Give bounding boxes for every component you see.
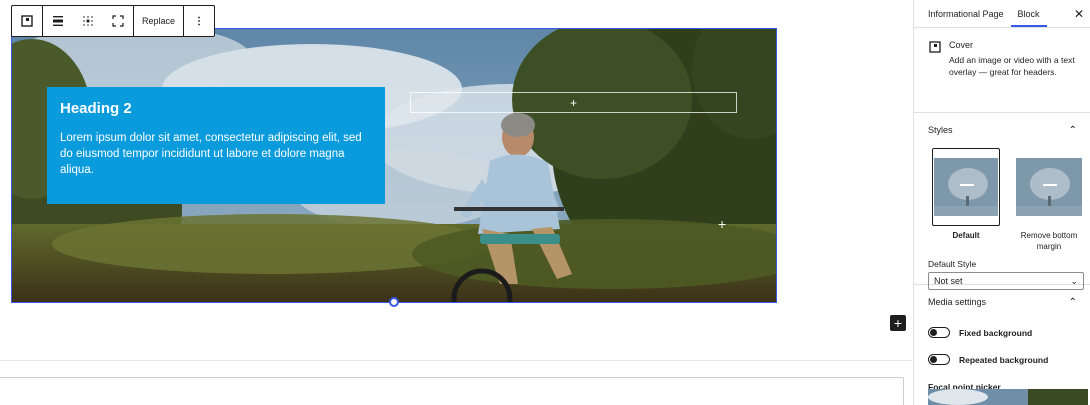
focal-point-picker[interactable] — [928, 389, 1088, 405]
close-icon[interactable]: ✕ — [1072, 7, 1086, 21]
repeated-background-row: Repeated background — [914, 346, 1090, 373]
options-group — [184, 6, 214, 36]
alignment-group — [43, 6, 134, 36]
tab-block[interactable]: Block — [1004, 0, 1047, 27]
block-toolbar: Replace — [11, 5, 216, 37]
full-height-icon[interactable] — [103, 6, 133, 36]
block-description: Add an image or video with a text overla… — [949, 55, 1075, 77]
tab-informational-page[interactable]: Informational Page — [914, 0, 1004, 27]
chevron-up-icon: ⌃ — [1068, 296, 1077, 308]
style-option-default[interactable]: Default — [932, 148, 1000, 252]
style-preview-default[interactable] — [932, 148, 1000, 226]
media-panel-header[interactable]: Media settings ⌃ — [914, 285, 1090, 319]
fixed-background-toggle[interactable] — [928, 327, 950, 338]
styles-title: Styles — [928, 125, 953, 135]
content-position-icon[interactable] — [73, 6, 103, 36]
chevron-up-icon: ⌃ — [1068, 124, 1077, 136]
divider — [0, 360, 912, 361]
block-inserter-button[interactable]: + — [890, 315, 906, 331]
cover-block-icon — [929, 40, 941, 112]
style-options: Default Remove bottom margin — [914, 147, 1090, 252]
media-settings-panel: Media settings ⌃ Fixed background Repeat… — [914, 285, 1090, 405]
next-block-placeholder[interactable] — [0, 377, 904, 405]
cover-block-icon[interactable] — [12, 6, 42, 36]
block-card: Cover Add an image or video with a text … — [914, 28, 1090, 113]
add-block-icon[interactable]: + — [570, 96, 577, 110]
editor-window: Replace Heading 2 Lorem ipsum dolor sit … — [0, 0, 1090, 405]
repeated-background-label: Repeated background — [959, 354, 1049, 365]
cover-text-overlay[interactable]: Heading 2 Lorem ipsum dolor sit amet, co… — [47, 87, 385, 204]
style-preview-remove-bottom-margin[interactable] — [1015, 148, 1083, 226]
replace-group: Replace — [134, 6, 185, 36]
block-name: Cover — [949, 40, 974, 50]
inner-inserter-icon[interactable]: + — [718, 217, 726, 231]
style-option-remove-bottom-margin[interactable]: Remove bottom margin — [1015, 148, 1083, 252]
align-icon[interactable] — [43, 6, 73, 36]
cover-resize-handle[interactable] — [389, 297, 399, 307]
fixed-background-row: Fixed background — [914, 319, 1090, 346]
fixed-background-label: Fixed background — [959, 327, 1033, 338]
cover-heading[interactable]: Heading 2 — [60, 100, 372, 117]
more-options-icon[interactable] — [184, 6, 214, 36]
sidebar-tabs: Informational Page Block ✕ — [914, 0, 1090, 28]
styles-panel-header[interactable]: Styles ⌃ — [914, 113, 1090, 147]
default-style-value: Not set — [934, 276, 963, 286]
style-label-remove-bottom-margin: Remove bottom margin — [1020, 231, 1078, 251]
replace-button[interactable]: Replace — [134, 6, 183, 36]
empty-block-appender[interactable]: + — [410, 92, 737, 113]
repeated-background-toggle[interactable] — [928, 354, 950, 365]
editor-canvas: Replace Heading 2 Lorem ipsum dolor sit … — [0, 0, 912, 405]
settings-sidebar: Informational Page Block ✕ Cover Add an … — [913, 0, 1090, 405]
chevron-down-icon: ⌄ — [1070, 275, 1078, 286]
styles-panel: Styles ⌃ Default Remove bottom margin De… — [914, 113, 1090, 290]
default-style-label: Default Style — [928, 259, 977, 269]
cover-block[interactable]: Heading 2 Lorem ipsum dolor sit amet, co… — [11, 28, 777, 303]
style-label-default: Default — [952, 231, 980, 240]
cover-paragraph[interactable]: Lorem ipsum dolor sit amet, consectetur … — [60, 130, 372, 178]
media-title: Media settings — [928, 297, 987, 307]
block-switcher-group — [12, 6, 43, 36]
